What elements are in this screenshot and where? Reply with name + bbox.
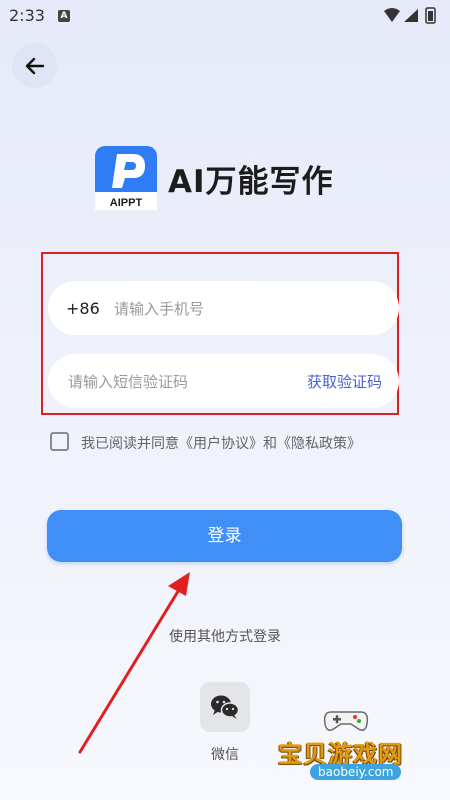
status-time: 2:33 [9, 6, 45, 25]
wifi-icon [384, 8, 400, 22]
agreement-conjunction: 和 [263, 436, 277, 452]
watermark: 宝贝游戏网 baobeiy.com [268, 704, 446, 794]
watermark-url: baobeiy.com [310, 764, 402, 780]
get-code-button[interactable]: 获取验证码 [307, 371, 382, 392]
agreement-checkbox[interactable] [50, 432, 69, 451]
login-button[interactable]: 登录 [47, 510, 402, 562]
notification-app-icon: A [58, 10, 70, 22]
signal-icon [404, 9, 418, 22]
agreement-text: 我已阅读并同意《用户协议》和《隐私政策》 [81, 433, 361, 453]
wechat-login-button[interactable] [200, 682, 250, 732]
other-login-label: 使用其他方式登录 [169, 629, 281, 645]
gamepad-icon [323, 711, 369, 731]
phone-field: +86 [48, 281, 399, 335]
sms-code-field: 获取验证码 [48, 354, 399, 408]
user-agreement-link[interactable]: 《用户协议》 [179, 436, 263, 452]
phone-input[interactable] [112, 297, 376, 321]
app-title: AI万能写作 [168, 164, 334, 200]
logo-badge-text: AIPPT [110, 197, 143, 209]
arrow-left-icon [25, 57, 44, 74]
status-indicators [384, 7, 436, 24]
country-code[interactable]: +86 [66, 299, 100, 318]
privacy-policy-link[interactable]: 《隐私政策》 [277, 436, 361, 452]
agreement-row: 我已阅读并同意《用户协议》和《隐私政策》 [50, 430, 410, 456]
wechat-label: 微信 [211, 747, 239, 763]
back-button[interactable] [12, 43, 57, 88]
status-bar: 2:33 A [0, 0, 450, 32]
agreement-prefix: 我已阅读并同意 [81, 436, 179, 452]
sms-code-input[interactable] [66, 370, 280, 394]
app-logo: AIPPT [95, 146, 157, 210]
wechat-icon [211, 695, 240, 719]
